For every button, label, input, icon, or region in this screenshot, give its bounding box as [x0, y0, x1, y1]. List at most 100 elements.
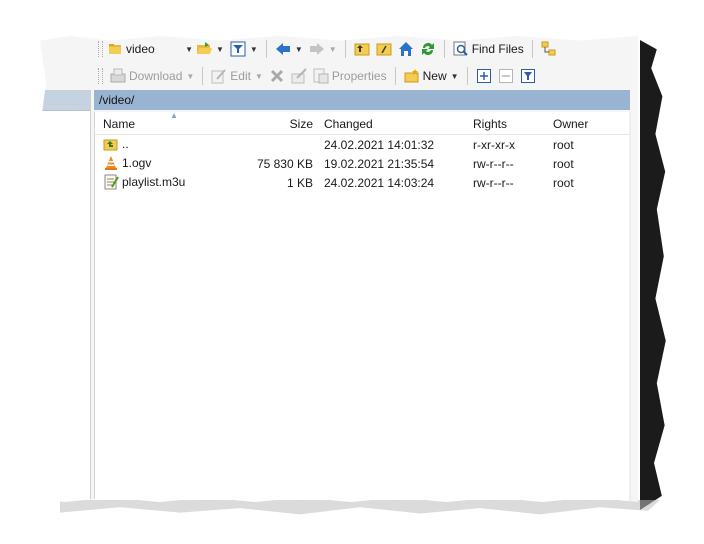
file-owner: root: [553, 138, 574, 152]
file-size: 75 830 KB: [256, 157, 313, 171]
file-rights: r-xr-xr-x: [473, 138, 515, 152]
file-name-cell: ..: [103, 136, 129, 152]
refresh-icon: [420, 41, 436, 57]
edit-label: Edit: [230, 69, 251, 83]
chevron-down-icon[interactable]: ▼: [186, 72, 194, 81]
remote-path-bar[interactable]: /video/: [94, 90, 630, 110]
find-files-label: Find Files: [471, 42, 524, 56]
sort-ascending-icon: ▲: [170, 111, 178, 120]
toolbar-separator: [394, 67, 396, 85]
new-label: New: [422, 69, 447, 83]
forward-button[interactable]: ▼: [306, 38, 340, 60]
file-row-playlist[interactable]: playlist.m3u 1 KB 24.02.2021 14:03:24 rw…: [95, 173, 631, 192]
refresh-button[interactable]: [417, 38, 439, 60]
file-owner: root: [553, 176, 574, 190]
file-name-cell: 1.ogv: [103, 155, 151, 171]
chevron-down-icon[interactable]: ▼: [451, 72, 459, 81]
filter-button[interactable]: ▼: [227, 38, 261, 60]
vertical-scrollbar[interactable]: [629, 112, 631, 502]
toolbar-grip[interactable]: [98, 41, 103, 57]
find-icon: [453, 41, 469, 57]
download-button[interactable]: Download ▼: [107, 65, 197, 87]
location-label: video: [126, 42, 155, 56]
toolbar-separator: [344, 40, 346, 58]
new-button[interactable]: New ▼: [401, 65, 462, 87]
delete-button[interactable]: [266, 65, 288, 87]
location-combo[interactable]: video ▼: [107, 39, 193, 59]
file-rights: rw-r--r--: [473, 157, 514, 171]
folder-icon: [107, 41, 123, 57]
file-toolbar: Download ▼ Edit ▼ Properties New ▼: [98, 63, 539, 89]
tree-icon: [541, 41, 557, 57]
toolbar-separator: [443, 40, 445, 58]
download-label: Download: [129, 69, 183, 83]
column-header-changed[interactable]: Changed: [324, 117, 373, 131]
tree-button[interactable]: [538, 38, 560, 60]
file-list-header: Name ▲ Size Changed Rights Owner: [95, 111, 631, 135]
file-name-cell: playlist.m3u: [103, 174, 185, 190]
rename-icon: [291, 68, 307, 84]
chevron-down-icon[interactable]: ▼: [329, 45, 337, 54]
file-name: 1.ogv: [122, 156, 152, 170]
home-button[interactable]: [395, 38, 417, 60]
column-header-rights[interactable]: Rights: [473, 117, 507, 131]
toolbar-separator: [466, 67, 468, 85]
chevron-down-icon[interactable]: ▼: [295, 45, 303, 54]
filter-icon: [520, 68, 536, 84]
file-changed: 19.02.2021 21:35:54: [324, 157, 435, 171]
parent-dir-icon: [103, 136, 119, 152]
file-row-1ogv[interactable]: 1.ogv 75 830 KB 19.02.2021 21:35:54 rw-r…: [95, 154, 631, 173]
playlist-file-icon: [103, 174, 119, 190]
file-name: playlist.m3u: [122, 175, 186, 189]
properties-label: Properties: [331, 69, 387, 83]
back-button[interactable]: ▼: [272, 38, 306, 60]
delete-icon: [269, 68, 285, 84]
file-name: ..: [122, 137, 129, 151]
home-icon: [398, 41, 414, 57]
select-files-button[interactable]: [473, 65, 495, 87]
root-folder-button[interactable]: [373, 38, 395, 60]
file-owner: root: [553, 157, 574, 171]
folder-open-icon: [196, 41, 212, 57]
filter-selection-button[interactable]: [517, 65, 539, 87]
navigation-toolbar: video ▼ ▼ ▼ ▼ ▼ Find Files: [98, 36, 560, 62]
local-path-bar: [40, 90, 90, 111]
toolbar-separator: [531, 40, 533, 58]
rename-button[interactable]: [288, 65, 310, 87]
plus-box-icon: [476, 68, 492, 84]
vlc-cone-icon: [103, 155, 119, 171]
download-icon: [110, 68, 126, 84]
chevron-down-icon[interactable]: ▼: [216, 45, 224, 54]
open-folder-button[interactable]: ▼: [193, 38, 227, 60]
edit-icon: [211, 68, 227, 84]
parent-folder-button[interactable]: [351, 38, 373, 60]
chevron-down-icon[interactable]: ▼: [255, 72, 263, 81]
properties-button[interactable]: Properties: [310, 65, 390, 87]
edit-button[interactable]: Edit ▼: [208, 65, 266, 87]
new-folder-icon: [404, 68, 420, 84]
page-bottom-shadow: [60, 500, 660, 515]
file-list[interactable]: Name ▲ Size Changed Rights Owner .. 24.0…: [94, 111, 631, 502]
file-manager-window: video ▼ ▼ ▼ ▼ ▼ Find Files Download ▼ Ed…: [40, 36, 638, 502]
toolbar-grip[interactable]: [98, 68, 103, 84]
unselect-files-button[interactable]: [495, 65, 517, 87]
parent-folder-icon: [354, 41, 370, 57]
chevron-down-icon[interactable]: ▼: [250, 45, 258, 54]
forward-arrow-icon: [309, 41, 325, 57]
root-folder-icon: [376, 41, 392, 57]
toolbar-separator: [265, 40, 267, 58]
file-rights: rw-r--r--: [473, 176, 514, 190]
file-row-parent[interactable]: .. 24.02.2021 14:01:32 r-xr-xr-x root: [95, 135, 631, 154]
page-shadow: [640, 40, 666, 510]
column-header-name[interactable]: Name: [103, 117, 135, 131]
file-size: 1 KB: [286, 176, 313, 190]
chevron-down-icon[interactable]: ▼: [185, 45, 193, 54]
column-header-owner[interactable]: Owner: [553, 117, 588, 131]
file-changed: 24.02.2021 14:03:24: [324, 176, 435, 190]
column-header-size[interactable]: Size: [290, 117, 313, 131]
back-arrow-icon: [275, 41, 291, 57]
toolbar-separator: [202, 67, 204, 85]
local-panel: [40, 90, 91, 502]
filter-icon: [230, 41, 246, 57]
find-files-button[interactable]: Find Files: [450, 38, 527, 60]
